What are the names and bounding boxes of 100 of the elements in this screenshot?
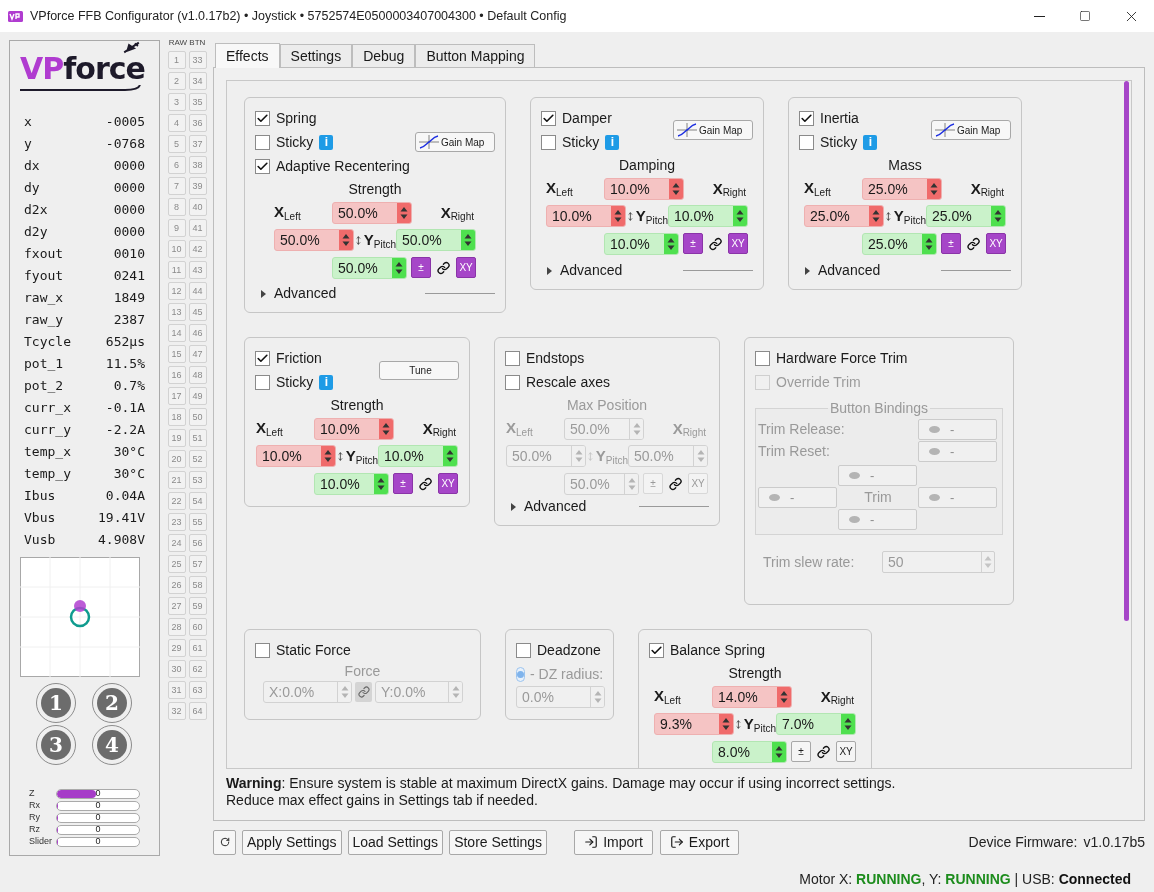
checkbox[interactable] <box>255 110 270 126</box>
gain-map-button[interactable]: Gain Map <box>931 120 1011 140</box>
advanced-toggle[interactable]: Advanced <box>255 283 337 304</box>
link-icon[interactable] <box>817 744 831 759</box>
reading-label: dx <box>24 157 40 176</box>
checkbox[interactable] <box>255 350 270 366</box>
percent-spinbox[interactable]: 10.0% <box>378 445 458 468</box>
checkbox[interactable] <box>505 350 520 366</box>
checkbox-label: Adaptive Recentering <box>276 156 410 176</box>
checkbox-label: Sticky <box>562 132 600 152</box>
reading-value: 0.04A <box>105 487 145 506</box>
tune-button[interactable]: Tune <box>379 360 459 380</box>
checkbox[interactable] <box>255 158 270 174</box>
link-icon[interactable] <box>967 236 981 251</box>
link-icon[interactable] <box>419 476 433 491</box>
x-right-label: X$_{Right}$ <box>440 202 474 224</box>
link-button[interactable] <box>355 682 372 702</box>
toggle-button[interactable]: XY <box>836 741 856 762</box>
advanced-toggle[interactable]: Advanced <box>541 260 623 281</box>
export-button[interactable]: Export <box>660 829 740 855</box>
settings-button[interactable]: Apply Settings <box>242 829 342 855</box>
settings-button[interactable]: Store Settings <box>449 829 548 855</box>
percent-spinbox[interactable]: 14.0% <box>712 686 792 708</box>
checkbox[interactable] <box>255 374 270 390</box>
percent-spinbox[interactable]: 25.0% <box>804 205 884 228</box>
gain-title: Damping <box>619 156 675 174</box>
checkbox[interactable] <box>255 134 270 150</box>
x-right-label: X$_{Right}$ <box>672 418 706 440</box>
percent-spinbox[interactable]: 10.0% <box>314 472 390 495</box>
toggle-button[interactable]: ± <box>941 233 962 254</box>
link-icon <box>357 686 370 698</box>
raw-button-indicator: 54 <box>188 492 207 510</box>
advanced-toggle[interactable]: Advanced <box>505 496 587 517</box>
percent-spinbox[interactable]: 50.0% <box>274 229 354 252</box>
percent-spinbox[interactable]: 10.0% <box>604 232 680 255</box>
percent-spinbox[interactable]: 25.0% <box>926 205 1006 228</box>
percent-spinbox[interactable]: 9.3% <box>654 713 734 736</box>
advanced-toggle[interactable]: Advanced <box>799 260 881 281</box>
logo-text: force <box>63 55 145 83</box>
toggle-button[interactable]: ± <box>791 741 812 762</box>
checkbox[interactable] <box>255 642 270 658</box>
percent-spinbox[interactable]: 10.0% <box>256 445 336 468</box>
percent-spinbox[interactable]: 50.0% <box>332 202 412 224</box>
toggle-button[interactable]: XY <box>438 473 458 494</box>
reading-value: 30°C <box>113 443 145 462</box>
x-right-label: X$_{Right}$ <box>712 178 746 200</box>
checkbox[interactable] <box>755 350 770 366</box>
gain-title: Strength <box>728 664 782 682</box>
toggle-button[interactable]: ± <box>683 233 704 254</box>
push-button-icon <box>849 472 860 479</box>
raw-button-indicator: 44 <box>188 282 207 300</box>
reading-value: 30°C <box>113 465 145 484</box>
radio-button[interactable] <box>516 666 525 682</box>
checkbox[interactable] <box>541 110 556 126</box>
y-pitch-label: Y$_{Pitch}$ <box>363 230 396 252</box>
checkbox-label: Rescale axes <box>526 372 611 392</box>
raw-button-indicator: 11 <box>167 261 186 279</box>
scrollbar-thumb[interactable] <box>1123 81 1129 621</box>
percent-spinbox[interactable]: 10.0% <box>604 178 684 200</box>
gain-map-button[interactable]: Gain Map <box>673 120 753 140</box>
import-button[interactable]: Import <box>574 829 654 855</box>
caret-icon <box>511 502 516 511</box>
gain-map-button[interactable]: Gain Map <box>415 132 495 152</box>
raw-button-indicator: 62 <box>188 660 207 678</box>
up-down-arrows-icon <box>614 209 622 224</box>
up-down-arrows-icon <box>342 233 350 248</box>
x-right-label: X$_{Right}$ <box>970 178 1004 200</box>
link-icon[interactable] <box>709 236 723 251</box>
link-icon[interactable] <box>437 260 451 275</box>
checkbox[interactable] <box>649 642 664 658</box>
percent-spinbox[interactable]: 10.0% <box>314 418 394 440</box>
refresh-button[interactable] <box>213 829 236 855</box>
link-icon[interactable] <box>669 476 683 491</box>
percent-spinbox[interactable]: 7.0% <box>776 713 856 736</box>
percent-spinbox[interactable]: 8.0% <box>712 740 788 763</box>
checkbox[interactable] <box>541 134 556 150</box>
checkbox-label: Sticky <box>820 132 858 152</box>
tab[interactable]: Button Mapping <box>415 44 536 67</box>
checkbox[interactable] <box>799 110 814 126</box>
percent-spinbox[interactable]: 25.0% <box>862 232 938 255</box>
settings-button[interactable]: Load Settings <box>347 829 444 855</box>
checkbox[interactable] <box>505 374 520 390</box>
tab[interactable]: Debug <box>352 44 416 67</box>
checkbox[interactable] <box>799 134 814 150</box>
checkbox[interactable] <box>516 642 531 658</box>
toggle-button[interactable]: ± <box>411 257 432 278</box>
percent-spinbox[interactable]: 10.0% <box>668 205 748 228</box>
toggle-button[interactable]: ± <box>393 473 414 494</box>
up-down-arrows-icon <box>574 449 583 464</box>
refresh-icon <box>219 837 230 847</box>
tab[interactable]: Settings <box>279 44 353 67</box>
raw-button-indicator: 22 <box>167 492 186 510</box>
toggle-button[interactable]: XY <box>456 257 476 278</box>
percent-spinbox[interactable]: 50.0% <box>332 256 408 279</box>
percent-spinbox[interactable]: 50.0% <box>396 229 476 252</box>
toggle-button[interactable]: XY <box>986 233 1006 254</box>
tab[interactable]: Effects <box>215 43 280 68</box>
percent-spinbox[interactable]: 25.0% <box>862 178 942 200</box>
percent-spinbox[interactable]: 10.0% <box>546 205 626 228</box>
toggle-button[interactable]: XY <box>728 233 748 254</box>
